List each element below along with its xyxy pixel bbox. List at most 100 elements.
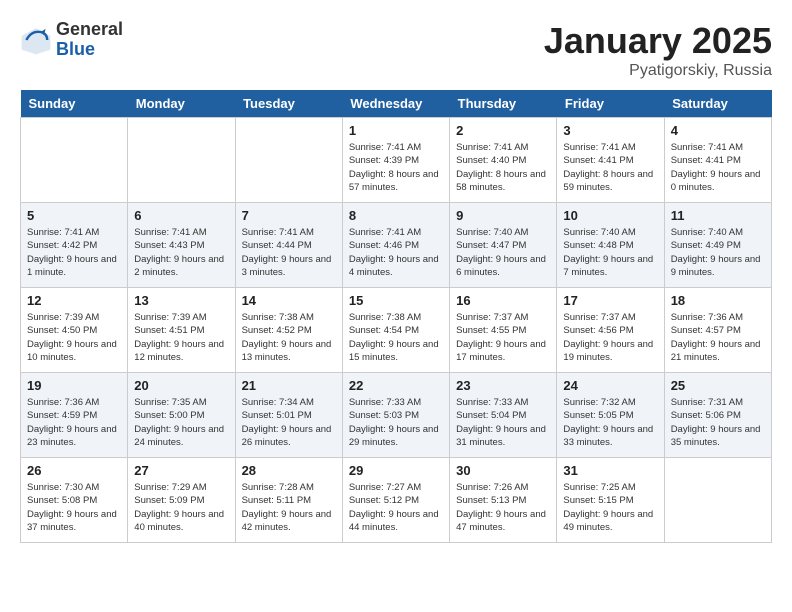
day-number: 4 — [671, 123, 765, 138]
week-row-3: 12 Sunrise: 7:39 AM Sunset: 4:50 PM Dayli… — [21, 288, 772, 373]
cell-content: Sunrise: 7:34 AM Sunset: 5:01 PM Dayligh… — [242, 396, 336, 449]
week-row-4: 19 Sunrise: 7:36 AM Sunset: 4:59 PM Dayli… — [21, 373, 772, 458]
day-header-sunday: Sunday — [21, 90, 128, 118]
cell-content: Sunrise: 7:33 AM Sunset: 5:03 PM Dayligh… — [349, 396, 443, 449]
cell-content: Sunrise: 7:41 AM Sunset: 4:41 PM Dayligh… — [563, 141, 657, 194]
cell-content: Sunrise: 7:38 AM Sunset: 4:52 PM Dayligh… — [242, 311, 336, 364]
day-number: 12 — [27, 293, 121, 308]
cell-content: Sunrise: 7:36 AM Sunset: 4:59 PM Dayligh… — [27, 396, 121, 449]
cell-content: Sunrise: 7:41 AM Sunset: 4:43 PM Dayligh… — [134, 226, 228, 279]
logo-general-text: General — [56, 20, 123, 40]
calendar-cell: 23 Sunrise: 7:33 AM Sunset: 5:04 PM Dayli… — [450, 373, 557, 458]
day-header-tuesday: Tuesday — [235, 90, 342, 118]
location-subtitle: Pyatigorskiy, Russia — [544, 62, 772, 80]
day-number: 23 — [456, 378, 550, 393]
cell-content: Sunrise: 7:39 AM Sunset: 4:51 PM Dayligh… — [134, 311, 228, 364]
calendar-cell — [128, 118, 235, 203]
cell-content: Sunrise: 7:28 AM Sunset: 5:11 PM Dayligh… — [242, 481, 336, 534]
day-number: 10 — [563, 208, 657, 223]
header-row: SundayMondayTuesdayWednesdayThursdayFrid… — [21, 90, 772, 118]
calendar-cell: 5Sunrise: 7:41 AM Sunset: 4:42 PM Daylig… — [21, 203, 128, 288]
day-number: 2 — [456, 123, 550, 138]
calendar-cell: 17 Sunrise: 7:37 AM Sunset: 4:56 PM Dayli… — [557, 288, 664, 373]
calendar-cell: 29Sunrise: 7:27 AM Sunset: 5:12 PM Dayli… — [342, 458, 449, 543]
day-number: 17 — [563, 293, 657, 308]
calendar-cell: 1 Sunrise: 7:41 AM Sunset: 4:39 PM Daylig… — [342, 118, 449, 203]
day-number: 20 — [134, 378, 228, 393]
calendar-cell: 7 Sunrise: 7:41 AM Sunset: 4:44 PM Daylig… — [235, 203, 342, 288]
calendar-cell: 15Sunrise: 7:38 AM Sunset: 4:54 PM Dayli… — [342, 288, 449, 373]
cell-content: Sunrise: 7:39 AM Sunset: 4:50 PM Dayligh… — [27, 311, 121, 364]
day-number: 25 — [671, 378, 765, 393]
calendar-cell: 2Sunrise: 7:41 AM Sunset: 4:40 PM Daylig… — [450, 118, 557, 203]
month-title: January 2025 — [544, 20, 772, 62]
day-number: 24 — [563, 378, 657, 393]
cell-content: Sunrise: 7:41 AM Sunset: 4:41 PM Dayligh… — [671, 141, 765, 194]
day-header-friday: Friday — [557, 90, 664, 118]
day-number: 27 — [134, 463, 228, 478]
calendar-cell — [235, 118, 342, 203]
logo-icon — [20, 24, 52, 56]
calendar-cell: 31Sunrise: 7:25 AM Sunset: 5:15 PM Dayli… — [557, 458, 664, 543]
cell-content: Sunrise: 7:29 AM Sunset: 5:09 PM Dayligh… — [134, 481, 228, 534]
day-number: 28 — [242, 463, 336, 478]
calendar-cell: 10 Sunrise: 7:40 AM Sunset: 4:48 PM Dayli… — [557, 203, 664, 288]
page-header: General Blue January 2025 Pyatigorskiy, … — [20, 20, 772, 80]
day-number: 15 — [349, 293, 443, 308]
calendar-cell: 18 Sunrise: 7:36 AM Sunset: 4:57 PM Dayli… — [664, 288, 771, 373]
day-number: 13 — [134, 293, 228, 308]
calendar-cell: 14Sunrise: 7:38 AM Sunset: 4:52 PM Dayli… — [235, 288, 342, 373]
logo-blue-text: Blue — [56, 40, 123, 60]
day-number: 30 — [456, 463, 550, 478]
cell-content: Sunrise: 7:41 AM Sunset: 4:44 PM Dayligh… — [242, 226, 336, 279]
calendar-table: SundayMondayTuesdayWednesdayThursdayFrid… — [20, 90, 772, 543]
cell-content: Sunrise: 7:26 AM Sunset: 5:13 PM Dayligh… — [456, 481, 550, 534]
calendar-cell: 30 Sunrise: 7:26 AM Sunset: 5:13 PM Dayli… — [450, 458, 557, 543]
calendar-cell: 20 Sunrise: 7:35 AM Sunset: 5:00 PM Dayli… — [128, 373, 235, 458]
calendar-cell: 13 Sunrise: 7:39 AM Sunset: 4:51 PM Dayli… — [128, 288, 235, 373]
day-number: 19 — [27, 378, 121, 393]
day-number: 21 — [242, 378, 336, 393]
calendar-cell: 8Sunrise: 7:41 AM Sunset: 4:46 PM Daylig… — [342, 203, 449, 288]
cell-content: Sunrise: 7:30 AM Sunset: 5:08 PM Dayligh… — [27, 481, 121, 534]
calendar-cell: 19 Sunrise: 7:36 AM Sunset: 4:59 PM Dayli… — [21, 373, 128, 458]
calendar-cell — [21, 118, 128, 203]
day-number: 3 — [563, 123, 657, 138]
logo: General Blue — [20, 20, 123, 60]
cell-content: Sunrise: 7:32 AM Sunset: 5:05 PM Dayligh… — [563, 396, 657, 449]
cell-content: Sunrise: 7:40 AM Sunset: 4:49 PM Dayligh… — [671, 226, 765, 279]
cell-content: Sunrise: 7:37 AM Sunset: 4:56 PM Dayligh… — [563, 311, 657, 364]
calendar-cell: 27 Sunrise: 7:29 AM Sunset: 5:09 PM Dayli… — [128, 458, 235, 543]
calendar-cell: 4 Sunrise: 7:41 AM Sunset: 4:41 PM Daylig… — [664, 118, 771, 203]
day-number: 29 — [349, 463, 443, 478]
day-number: 11 — [671, 208, 765, 223]
calendar-cell: 9Sunrise: 7:40 AM Sunset: 4:47 PM Daylig… — [450, 203, 557, 288]
calendar-cell: 22 Sunrise: 7:33 AM Sunset: 5:03 PM Dayli… — [342, 373, 449, 458]
logo-text: General Blue — [56, 20, 123, 60]
cell-content: Sunrise: 7:40 AM Sunset: 4:48 PM Dayligh… — [563, 226, 657, 279]
cell-content: Sunrise: 7:36 AM Sunset: 4:57 PM Dayligh… — [671, 311, 765, 364]
cell-content: Sunrise: 7:41 AM Sunset: 4:39 PM Dayligh… — [349, 141, 443, 194]
cell-content: Sunrise: 7:35 AM Sunset: 5:00 PM Dayligh… — [134, 396, 228, 449]
week-row-2: 5Sunrise: 7:41 AM Sunset: 4:42 PM Daylig… — [21, 203, 772, 288]
calendar-cell: 25 Sunrise: 7:31 AM Sunset: 5:06 PM Dayli… — [664, 373, 771, 458]
calendar-cell: 21 Sunrise: 7:34 AM Sunset: 5:01 PM Dayli… — [235, 373, 342, 458]
cell-content: Sunrise: 7:31 AM Sunset: 5:06 PM Dayligh… — [671, 396, 765, 449]
day-header-monday: Monday — [128, 90, 235, 118]
week-row-5: 26Sunrise: 7:30 AM Sunset: 5:08 PM Dayli… — [21, 458, 772, 543]
cell-content: Sunrise: 7:41 AM Sunset: 4:42 PM Dayligh… — [27, 226, 121, 279]
day-number: 1 — [349, 123, 443, 138]
title-block: January 2025 Pyatigorskiy, Russia — [544, 20, 772, 80]
calendar-cell: 16Sunrise: 7:37 AM Sunset: 4:55 PM Dayli… — [450, 288, 557, 373]
day-number: 22 — [349, 378, 443, 393]
day-number: 18 — [671, 293, 765, 308]
day-number: 16 — [456, 293, 550, 308]
cell-content: Sunrise: 7:40 AM Sunset: 4:47 PM Dayligh… — [456, 226, 550, 279]
cell-content: Sunrise: 7:33 AM Sunset: 5:04 PM Dayligh… — [456, 396, 550, 449]
calendar-cell — [664, 458, 771, 543]
calendar-cell: 26Sunrise: 7:30 AM Sunset: 5:08 PM Dayli… — [21, 458, 128, 543]
day-header-thursday: Thursday — [450, 90, 557, 118]
day-number: 8 — [349, 208, 443, 223]
day-number: 7 — [242, 208, 336, 223]
calendar-cell: 6Sunrise: 7:41 AM Sunset: 4:43 PM Daylig… — [128, 203, 235, 288]
